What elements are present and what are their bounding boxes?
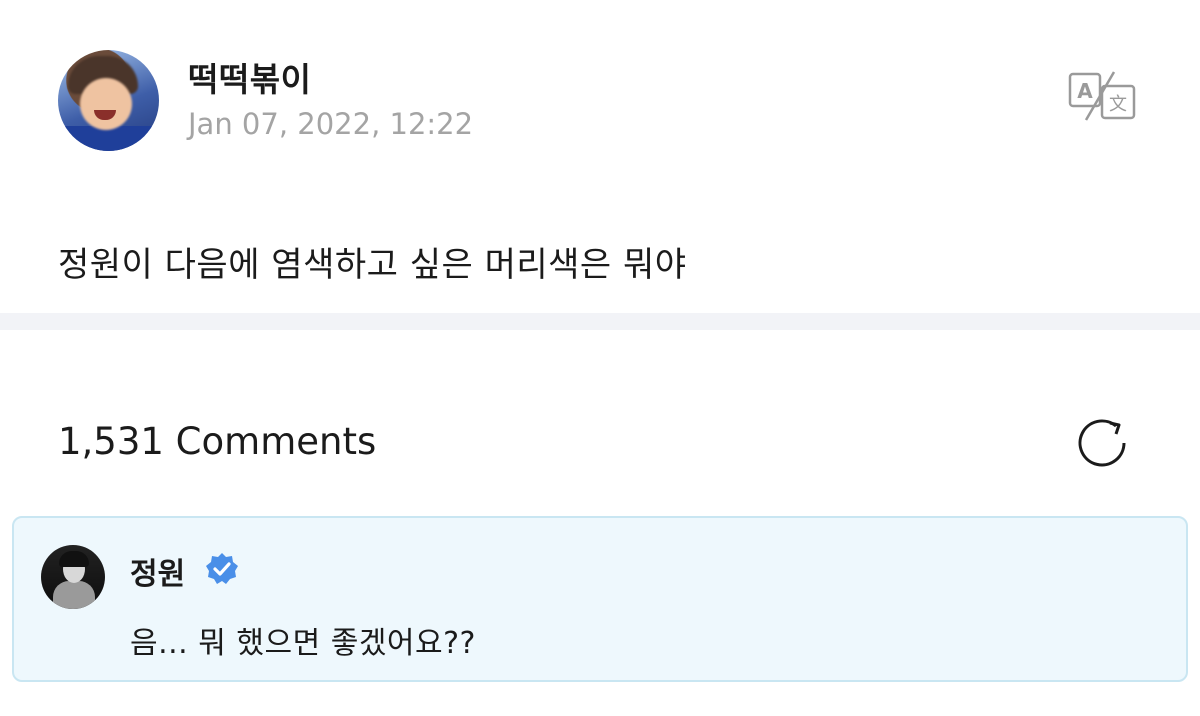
author-avatar[interactable] — [58, 50, 159, 151]
refresh-icon — [1078, 419, 1126, 467]
refresh-button[interactable] — [1072, 417, 1132, 471]
verified-badge-icon — [206, 553, 238, 584]
translate-button[interactable]: A 文 — [1064, 70, 1140, 122]
post-author-name[interactable]: 떡떡볶이 — [188, 53, 311, 101]
comment-author-avatar[interactable] — [41, 545, 105, 609]
comment-text: 음... 뭐 했으면 좋겠어요?? — [130, 626, 476, 661]
svg-text:A: A — [1077, 79, 1093, 103]
post-header: 떡떡볶이 Jan 07, 2022, 12:22 A 文 — [0, 0, 1200, 200]
comment-author-name[interactable]: 정원 — [130, 549, 185, 593]
post-timestamp: Jan 07, 2022, 12:22 — [188, 107, 474, 141]
comments-count: 1,531 Comments — [58, 420, 377, 463]
translate-icon: A 文 — [1068, 71, 1136, 121]
post-body: 정원이 다음에 염색하고 싶은 머리색은 뭐야 — [58, 245, 687, 285]
featured-comment[interactable]: 정원 음... 뭐 했으면 좋겠어요?? — [12, 516, 1188, 682]
section-divider — [0, 313, 1200, 330]
svg-text:文: 文 — [1109, 94, 1127, 115]
